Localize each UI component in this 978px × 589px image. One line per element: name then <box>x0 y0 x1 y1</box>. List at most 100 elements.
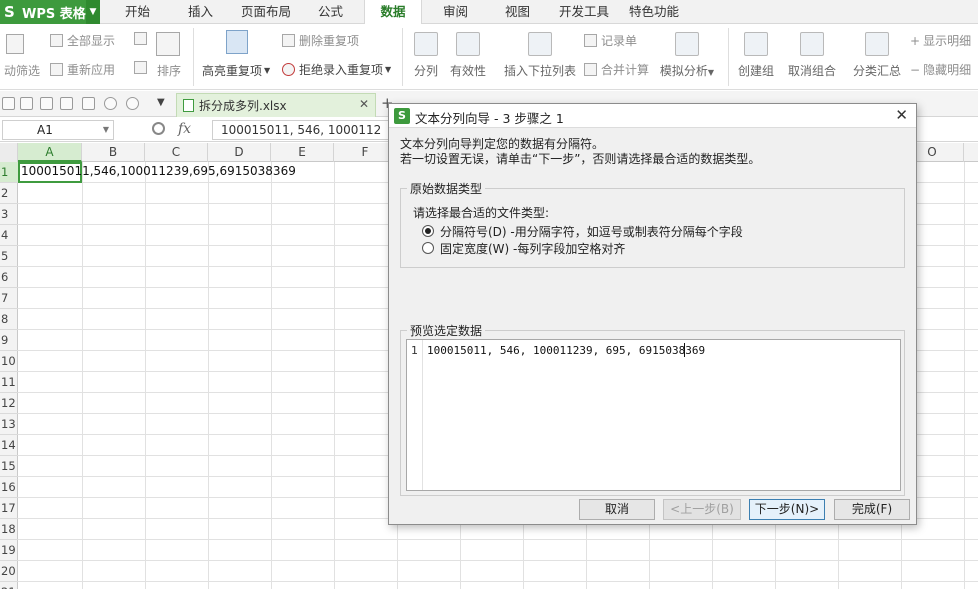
row-header-1[interactable]: 1 <box>0 162 18 183</box>
funnel-icon <box>50 34 63 47</box>
sort-desc-icon[interactable] <box>134 61 151 74</box>
split-column-button[interactable]: 分列 <box>404 32 448 79</box>
next-button[interactable]: 下一步(N)> <box>749 499 825 520</box>
row-header-20[interactable]: 20 <box>0 561 18 582</box>
save-icon[interactable] <box>20 97 33 110</box>
tab-review[interactable]: 审阅 <box>443 0 468 24</box>
data-preview[interactable]: 1 100015011, 546, 100011239, 695, 691503… <box>406 339 901 491</box>
document-tab-name: 拆分成多列.xlsx <box>199 99 287 113</box>
wps-logo-icon: S <box>394 108 410 124</box>
show-detail-button[interactable]: + 显示明细 <box>910 32 971 49</box>
preview-line-number: 1 <box>407 340 423 490</box>
row-header-10[interactable]: 10 <box>0 351 18 372</box>
close-tab-icon[interactable]: ✕ <box>359 97 369 111</box>
sort-az-icon[interactable] <box>156 32 184 56</box>
redo-icon[interactable] <box>126 97 139 110</box>
open-icon[interactable] <box>2 97 15 110</box>
validity-button[interactable]: 有效性 <box>446 32 490 79</box>
select-all-corner[interactable] <box>0 143 18 162</box>
validity-icon <box>456 32 480 56</box>
record-form-button[interactable]: 记录单 <box>584 32 637 49</box>
function-icon[interactable]: fx <box>178 121 191 137</box>
highlight-dup-button[interactable]: 高亮重复项 ▼ <box>202 62 270 79</box>
ungroup-button[interactable]: 取消组合 <box>784 32 840 79</box>
row-header-6[interactable]: 6 <box>0 267 18 288</box>
menu-bar: S WPS 表格 ▼ 开始 插入 页面布局 公式 数据 审阅 视图 开发工具 特… <box>0 0 978 25</box>
delimited-option-label[interactable]: 分隔符号(D) -用分隔字符，如逗号或制表符分隔每个字段 <box>440 223 743 240</box>
column-header-e[interactable]: E <box>271 143 334 162</box>
remove-dup-button[interactable]: 删除重复项 <box>282 32 359 49</box>
fixed-width-radio[interactable] <box>422 242 434 254</box>
reapply-button[interactable]: 重新应用 <box>50 61 115 78</box>
column-header-c[interactable]: C <box>145 143 208 162</box>
filter-icon[interactable] <box>6 34 28 54</box>
minus-icon: − <box>910 62 921 77</box>
preview-icon[interactable] <box>82 97 95 110</box>
export-icon[interactable] <box>40 97 53 110</box>
delimited-radio[interactable] <box>422 225 434 237</box>
auto-filter-button[interactable]: 动筛选 <box>4 62 40 79</box>
merge-icon <box>584 63 597 76</box>
ribbon: 动筛选 全部显示 重新应用 排序 高亮重复项 ▼ 删除重复项 拒绝录入重复项 ▼ 分… <box>0 24 978 90</box>
dialog-title-bar[interactable]: S 文本分列向导 - 3 步骤之 1 ✕ <box>389 104 916 128</box>
sort-button[interactable]: 排序 <box>157 62 181 79</box>
wps-logo-icon: S <box>4 3 15 21</box>
chevron-down-icon[interactable]: ▼ <box>157 97 165 108</box>
row-header-16[interactable]: 16 <box>0 477 18 498</box>
column-header-a[interactable]: A <box>18 143 82 162</box>
column-header-b[interactable]: B <box>82 143 145 162</box>
back-button[interactable]: <上一步(B) <box>663 499 741 520</box>
app-menu-button[interactable]: S WPS 表格 ▼ <box>0 0 100 24</box>
row-header-9[interactable]: 9 <box>0 330 18 351</box>
row-header-15[interactable]: 15 <box>0 456 18 477</box>
ribbon-separator <box>728 28 729 86</box>
row-header-2[interactable]: 2 <box>0 183 18 204</box>
create-group-button[interactable]: 创建组 <box>734 32 778 79</box>
chevron-down-icon[interactable]: ▼ <box>103 121 109 139</box>
row-header-21[interactable]: 21 <box>0 582 18 589</box>
row-header-4[interactable]: 4 <box>0 225 18 246</box>
show-all-button[interactable]: 全部显示 <box>50 32 115 49</box>
row-header-12[interactable]: 12 <box>0 393 18 414</box>
zoom-icon[interactable] <box>152 122 165 135</box>
row-header-18[interactable]: 18 <box>0 519 18 540</box>
tab-special[interactable]: 特色功能 <box>629 0 679 24</box>
undo-icon[interactable] <box>104 97 117 110</box>
row-header-13[interactable]: 13 <box>0 414 18 435</box>
remove-dup-icon <box>282 34 295 47</box>
simulate-button[interactable]: 模拟分析▼ <box>656 32 718 79</box>
close-icon[interactable]: ✕ <box>895 106 908 124</box>
tab-home[interactable]: 开始 <box>125 0 150 24</box>
analysis-icon <box>675 32 699 56</box>
row-header-5[interactable]: 5 <box>0 246 18 267</box>
row-header-11[interactable]: 11 <box>0 372 18 393</box>
row-header-17[interactable]: 17 <box>0 498 18 519</box>
finish-button[interactable]: 完成(F) <box>834 499 910 520</box>
insert-dropdown-button[interactable]: 插入下拉列表 <box>500 32 580 79</box>
row-header-8[interactable]: 8 <box>0 309 18 330</box>
row-header-7[interactable]: 7 <box>0 288 18 309</box>
formula-input[interactable]: 100015011, 546, 1000112 <box>212 120 392 140</box>
tab-formulas[interactable]: 公式 <box>318 0 343 24</box>
consolidate-button[interactable]: 合并计算 <box>584 61 649 78</box>
row-header-3[interactable]: 3 <box>0 204 18 225</box>
row-header-19[interactable]: 19 <box>0 540 18 561</box>
name-box[interactable]: A1 ▼ <box>2 120 114 140</box>
tab-page-layout[interactable]: 页面布局 <box>241 0 291 24</box>
reject-dup-button[interactable]: 拒绝录入重复项 ▼ <box>282 61 391 78</box>
column-header-d[interactable]: D <box>208 143 271 162</box>
tab-data[interactable]: 数据 <box>364 0 422 25</box>
row-header-14[interactable]: 14 <box>0 435 18 456</box>
print-icon[interactable] <box>60 97 73 110</box>
fixed-width-option-label[interactable]: 固定宽度(W) -每列字段加空格对齐 <box>440 240 625 257</box>
sort-asc-icon[interactable] <box>134 32 151 45</box>
cancel-button[interactable]: 取消 <box>579 499 655 520</box>
tab-insert[interactable]: 插入 <box>188 0 213 24</box>
subtotal-button[interactable]: 分类汇总 <box>850 32 904 79</box>
document-tab[interactable]: 拆分成多列.xlsx ✕ <box>176 93 376 117</box>
hide-detail-button[interactable]: − 隐藏明细 <box>910 61 971 78</box>
tab-view[interactable]: 视图 <box>505 0 530 24</box>
tab-developer[interactable]: 开发工具 <box>559 0 609 24</box>
chevron-down-icon[interactable]: ▼ <box>86 0 100 24</box>
grid-line <box>964 162 965 589</box>
